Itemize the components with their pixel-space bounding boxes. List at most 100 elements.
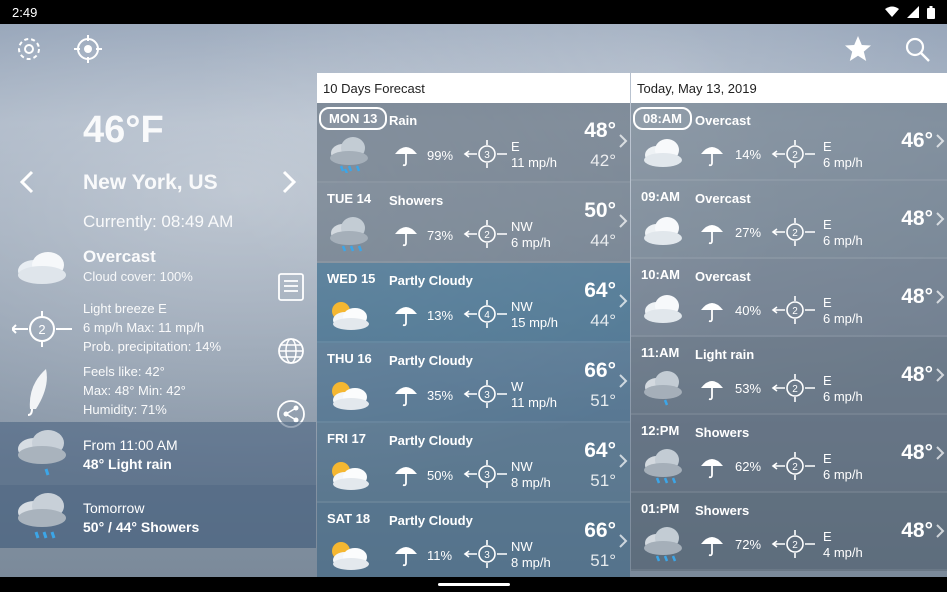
beaufort-number: 3: [484, 390, 490, 401]
high-temp: 64°: [584, 279, 616, 302]
high-temp: 50°: [584, 199, 616, 222]
crosshair-icon: [74, 35, 102, 63]
current-temperature: 46°F: [83, 109, 164, 151]
home-gesture-handle[interactable]: [438, 583, 510, 586]
hourly-row[interactable]: 10:AM Overcast 40% 2 E 6 mp/h 48°: [631, 259, 947, 337]
wind-direction-icon: 2: [771, 452, 815, 480]
wind-direction: E: [823, 139, 832, 154]
favorite-button[interactable]: [841, 32, 875, 66]
chevron-right-icon: [936, 524, 945, 538]
forecast-header: 10 Days Forecast: [317, 73, 630, 103]
wind-direction-icon: 2: [771, 218, 815, 246]
forecast-row[interactable]: FRI 17 Partly Cloudy 50% 3 NW 8 mp/h 64° 51°: [317, 423, 630, 503]
forecast-condition: Partly Cloudy: [389, 353, 473, 368]
hourly-row[interactable]: 08:AM Overcast 14% 2 E 6 mp/h 46°: [631, 103, 947, 181]
wifi-icon: [885, 6, 899, 17]
wind-direction: W: [511, 379, 524, 394]
hourly-forecast: Today, May 13, 2019 08:AM Overcast 14% 2 E 6 …: [631, 73, 947, 577]
precip-percent: 50%: [427, 468, 454, 483]
next-weather-strip[interactable]: From 11:00 AM 48° Light rain: [0, 422, 316, 485]
status-icons: [885, 5, 935, 19]
umbrella-icon: [395, 547, 417, 567]
city-name: New York, US: [83, 171, 218, 194]
umbrella-icon: [701, 459, 723, 479]
document-icon[interactable]: [276, 272, 306, 302]
precip-percent: 53%: [735, 381, 762, 396]
beaufort-number: 3: [484, 470, 490, 481]
wind-direction: E: [823, 217, 832, 232]
hourly-row[interactable]: 11:AM Light rain 53% 2 E 6 mp/h 48°: [631, 337, 947, 415]
previous-location-arrow[interactable]: [16, 169, 38, 195]
wind-direction-icon: 2: [771, 140, 815, 168]
tomorrow-label: Tomorrow: [83, 500, 145, 516]
settings-icon: [18, 38, 40, 60]
hour-condition: Overcast: [695, 113, 751, 128]
wind-direction-icon: 2: [771, 530, 815, 558]
wind-direction: E: [823, 295, 832, 310]
umbrella-icon: [395, 307, 417, 327]
high-temp: 64°: [584, 439, 616, 462]
umbrella-icon: [395, 227, 417, 247]
beaufort-number: 2: [792, 384, 798, 395]
wind-text: W 11 mp/h: [511, 379, 557, 411]
forecast-day: MON 13: [319, 107, 388, 130]
current-weather-panel: 46°F New York, US Currently: 08:49 AM Ov…: [0, 73, 316, 577]
forecast-row[interactable]: TUE 14 Showers 73% 2 NW 6 mp/h 50° 44°: [317, 183, 630, 263]
wind-speed: 6 mp/h: [511, 235, 551, 250]
max-min: Max: 48° Min: 42°: [83, 383, 186, 398]
chevron-right-icon: [619, 214, 628, 228]
current-time: Currently: 08:49 AM: [83, 212, 234, 231]
locate-button[interactable]: [71, 32, 105, 66]
hour-time: 10:AM: [641, 267, 681, 282]
wind-speed: 6 mp/h: [823, 467, 863, 482]
low-temp: 51°: [590, 551, 616, 570]
navigation-bar: [0, 577, 947, 592]
hour-temp: 48°: [901, 441, 933, 464]
next-label: From 11:00 AM: [83, 437, 178, 453]
search-button[interactable]: [900, 32, 934, 66]
overcast-icon: [644, 295, 682, 323]
cloud-cover: Cloud cover: 100%: [83, 269, 193, 284]
wind-text: E6 mp/h: [823, 373, 863, 405]
hour-temp: 48°: [901, 285, 933, 308]
settings-button[interactable]: [12, 32, 46, 66]
chevron-right-icon: [936, 290, 945, 304]
hour-condition: Overcast: [695, 191, 751, 206]
wind-text: NW 8 mp/h: [511, 539, 551, 571]
hour-time: 11:AM: [641, 345, 680, 360]
hour-time: 12:PM: [641, 423, 680, 438]
wind-speed: 8 mp/h: [511, 555, 551, 570]
next-location-arrow[interactable]: [278, 169, 300, 195]
forecast-row[interactable]: WED 15 Partly Cloudy 13% 4 NW 15 mp/h 64° 44°: [317, 263, 630, 343]
tomorrow-strip[interactable]: Tomorrow 50° / 44° Showers: [0, 485, 316, 548]
tomorrow-value: 50° / 44° Showers: [83, 519, 200, 535]
partly-cloudy-icon: [332, 542, 369, 570]
wind-text: E6 mp/h: [823, 295, 863, 327]
forecast-row[interactable]: MON 13 Rain 99% 3 E 11 mp/h 48° 42°: [317, 103, 630, 183]
precip-percent: 62%: [735, 459, 762, 474]
hourly-row[interactable]: 09:AM Overcast 27% 2 E 6 mp/h 48°: [631, 181, 947, 259]
wind-speed: 11 mp/h: [511, 155, 558, 170]
chevron-right-icon: [619, 294, 628, 308]
hourly-row[interactable]: 01:PM Showers 72% 2 E 4 mp/h 48°: [631, 493, 947, 571]
forecast-day: THU 16: [327, 351, 372, 366]
wind-direction: E: [823, 373, 832, 388]
beaufort-number: 2: [792, 306, 798, 317]
low-temp: 51°: [590, 391, 616, 410]
globe-icon[interactable]: [276, 336, 306, 366]
wind-beaufort-badge: 2: [38, 322, 45, 337]
low-temp: 44°: [590, 231, 616, 250]
battery-icon: [927, 5, 935, 19]
light-rain-icon: [644, 371, 682, 406]
umbrella-icon: [27, 369, 47, 416]
forecast-condition: Partly Cloudy: [389, 433, 473, 448]
feels-like: Feels like: 42°: [83, 364, 165, 379]
forecast-row[interactable]: SAT 18 Partly Cloudy 11% 3 NW 8 mp/h 66° 51°: [317, 503, 630, 577]
precip-percent: 13%: [427, 308, 454, 323]
umbrella-icon: [395, 387, 417, 407]
chevron-right-icon: [619, 374, 628, 388]
umbrella-icon: [395, 147, 417, 167]
precip-percent: 14%: [735, 147, 762, 162]
hourly-row[interactable]: 12:PM Showers 62% 2 E 6 mp/h 48°: [631, 415, 947, 493]
forecast-row[interactable]: THU 16 Partly Cloudy 35% 3 W 11 mp/h 66° 51°: [317, 343, 630, 423]
